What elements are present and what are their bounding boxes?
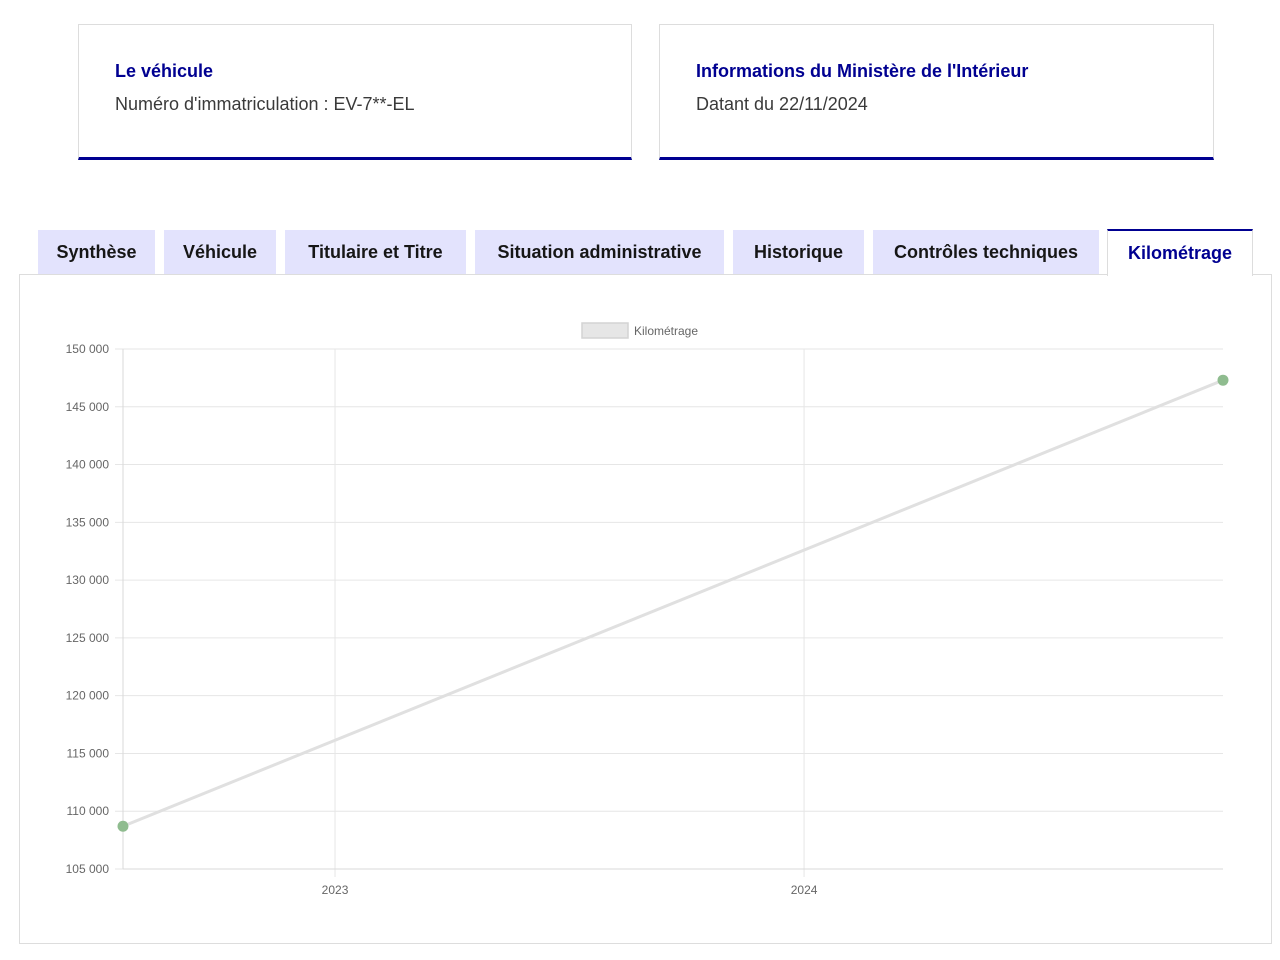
y-tick-label: 145 000 [66, 400, 110, 414]
y-tick-label: 140 000 [66, 458, 110, 472]
x-tick-label: 2024 [791, 883, 818, 897]
y-tick-label: 135 000 [66, 515, 110, 529]
tab-bar: Synthèse Véhicule Titulaire et Titre Sit… [0, 229, 1280, 276]
y-tick-label: 105 000 [66, 862, 110, 876]
registration-number: Numéro d'immatriculation : EV-7**-EL [115, 94, 415, 114]
ministry-card: Informations du Ministère de l'Intérieur… [659, 24, 1214, 160]
tab-synthese[interactable]: Synthèse [38, 230, 155, 275]
ministry-card-title: Informations du Ministère de l'Intérieur [696, 61, 1029, 81]
data-point [1217, 374, 1229, 386]
kilometrage-panel: 105 000 110 000 115 000 120 000 125 000 130 0… [19, 274, 1272, 944]
y-tick-label: 130 000 [66, 573, 110, 587]
tab-vehicule[interactable]: Véhicule [164, 230, 276, 275]
y-tick-label: 115 000 [67, 746, 110, 760]
tab-titulaire-et-titre[interactable]: Titulaire et Titre [285, 230, 466, 275]
tab-controles-techniques[interactable]: Contrôles techniques [873, 230, 1099, 275]
legend-swatch [581, 322, 629, 339]
vehicle-card: Le véhicule Numéro d'immatriculation : E… [78, 24, 632, 160]
data-point [117, 820, 129, 832]
data-date: Datant du 22/11/2024 [696, 94, 868, 114]
tab-historique[interactable]: Historique [733, 230, 864, 275]
vehicle-card-title: Le véhicule [115, 61, 214, 81]
y-tick-label: 110 000 [67, 804, 110, 818]
x-tick-label: 2023 [322, 883, 349, 897]
tab-situation-administrative[interactable]: Situation administrative [475, 230, 724, 275]
y-tick-label: 125 000 [66, 631, 110, 645]
y-tick-label: 150 000 [66, 342, 110, 356]
series-line [122, 378, 1224, 828]
tab-kilometrage[interactable]: Kilométrage [1107, 229, 1253, 276]
mileage-chart: 105 000 110 000 115 000 120 000 125 000 130 0… [66, 322, 1229, 897]
legend-label: Kilométrage [634, 324, 698, 338]
y-tick-label: 120 000 [66, 689, 110, 703]
